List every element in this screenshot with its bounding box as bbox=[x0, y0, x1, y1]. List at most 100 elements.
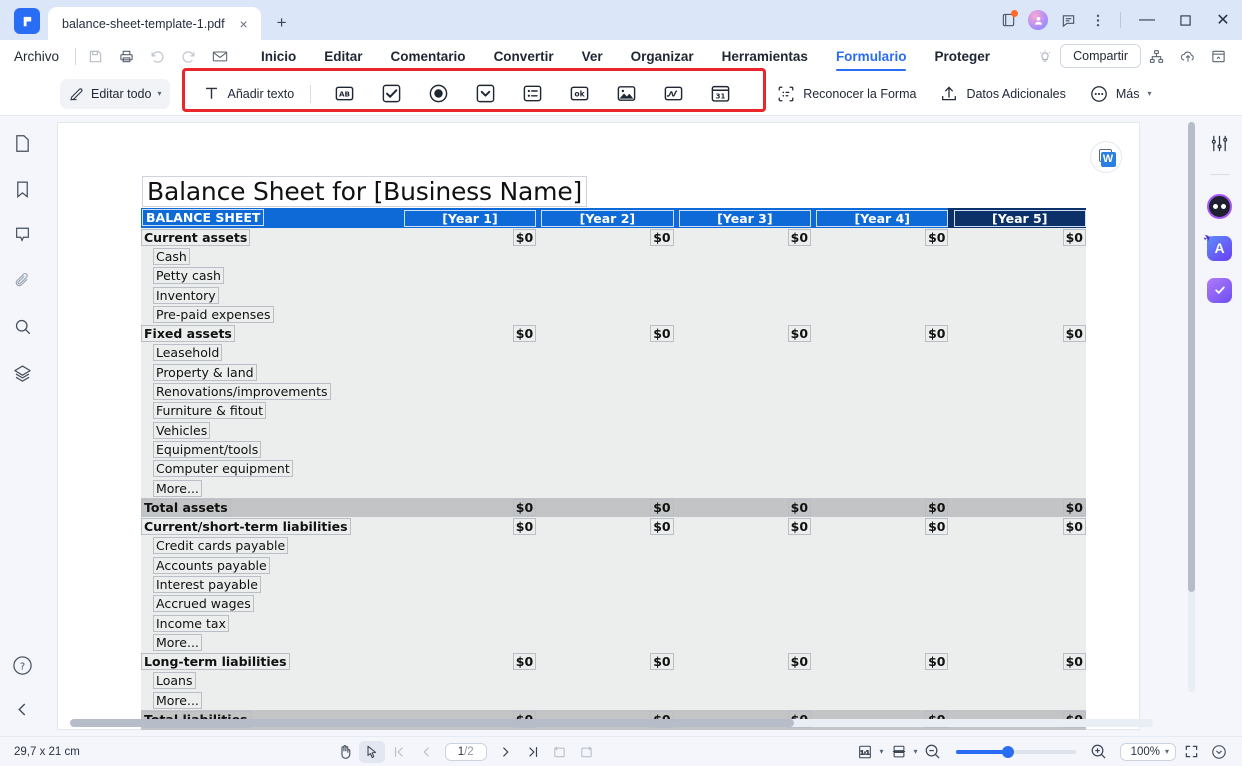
row-label-field[interactable]: More... bbox=[153, 691, 202, 709]
row-value-field[interactable]: $0 bbox=[787, 228, 812, 246]
rotate-right-icon[interactable] bbox=[574, 741, 600, 763]
row-label-field[interactable]: Credit cards payable bbox=[153, 537, 289, 555]
zoom-slider[interactable] bbox=[955, 745, 1076, 758]
row-label-field[interactable]: Pre-paid expenses bbox=[153, 305, 274, 323]
page-thumbnails-icon[interactable] bbox=[10, 130, 36, 156]
date-field-icon[interactable]: 31 bbox=[704, 79, 737, 109]
row-value-field[interactable]: $0 bbox=[650, 653, 674, 671]
menu-proteger[interactable]: Proteger bbox=[920, 40, 1004, 72]
close-tab-icon[interactable]: × bbox=[235, 15, 253, 33]
vertical-scrollbar[interactable] bbox=[1188, 122, 1195, 692]
ai-assistant-icon[interactable] bbox=[1207, 193, 1233, 219]
maximize-button[interactable] bbox=[1166, 7, 1204, 33]
more-options-icon[interactable] bbox=[1083, 7, 1113, 33]
menu-inicio[interactable]: Inicio bbox=[247, 40, 310, 72]
year-label-4[interactable]: [Year 4] bbox=[816, 209, 949, 227]
cloud-upload-icon[interactable] bbox=[1172, 43, 1203, 69]
avatar[interactable] bbox=[1023, 7, 1053, 33]
recognize-form-button[interactable]: Reconocer la Forma bbox=[767, 79, 926, 109]
chevron-down-icon[interactable]: ▾ bbox=[914, 747, 918, 756]
row-value-field[interactable]: $0 bbox=[787, 653, 812, 671]
help-icon[interactable]: ? bbox=[10, 652, 36, 678]
year-label-1[interactable]: [Year 1] bbox=[403, 209, 537, 227]
row-label-field[interactable]: Renovations/improvements bbox=[153, 383, 331, 401]
additional-data-button[interactable]: Datos Adicionales bbox=[930, 79, 1075, 109]
menu-formulario[interactable]: Formulario bbox=[822, 40, 921, 72]
pushbutton-field-icon[interactable]: ok bbox=[563, 79, 596, 109]
undo-icon[interactable] bbox=[142, 43, 173, 69]
balance-sheet-label[interactable]: BALANCE SHEET bbox=[142, 209, 265, 226]
row-value-field[interactable]: $0 bbox=[512, 498, 537, 516]
row-label-field[interactable]: Property & land bbox=[153, 363, 257, 381]
pdf-page[interactable]: W Balance Sheet for [Business Name] BALA… bbox=[57, 122, 1153, 730]
zoom-slider-handle[interactable] bbox=[1001, 745, 1014, 758]
row-value-field[interactable]: $0 bbox=[787, 498, 812, 516]
row-label-field[interactable]: Income tax bbox=[153, 614, 229, 632]
collapse-panel-icon[interactable] bbox=[1203, 43, 1234, 69]
notifications-icon[interactable] bbox=[993, 7, 1023, 33]
attachment-icon[interactable] bbox=[10, 268, 36, 294]
menu-organizar[interactable]: Organizar bbox=[617, 40, 708, 72]
document-tab[interactable]: balance-sheet-template-1.pdf × bbox=[48, 7, 261, 40]
document-title-field[interactable]: Balance Sheet for [Business Name] bbox=[142, 176, 588, 207]
row-label-field[interactable]: Fixed assets bbox=[141, 325, 235, 343]
row-label-field[interactable]: More... bbox=[153, 479, 202, 497]
menu-comentario[interactable]: Comentario bbox=[377, 40, 480, 72]
row-value-field[interactable]: $0 bbox=[650, 228, 674, 246]
add-text-button[interactable]: Añadir texto bbox=[195, 79, 302, 109]
page-layout-icon[interactable] bbox=[886, 741, 912, 763]
row-value-field[interactable]: $0 bbox=[650, 325, 674, 343]
feedback-icon[interactable] bbox=[1053, 7, 1083, 33]
row-label-field[interactable]: More... bbox=[153, 633, 202, 651]
row-value-field[interactable]: $0 bbox=[1062, 325, 1086, 343]
row-value-field[interactable]: $0 bbox=[787, 325, 812, 343]
row-label-field[interactable]: Furniture & fitout bbox=[153, 402, 267, 420]
page-number-input[interactable]: 1/2 bbox=[444, 742, 487, 761]
row-value-field[interactable]: $0 bbox=[512, 325, 537, 343]
properties-sliders-icon[interactable] bbox=[1207, 130, 1233, 156]
row-value-field[interactable]: $0 bbox=[1062, 653, 1086, 671]
layers-icon[interactable] bbox=[10, 360, 36, 386]
minimize-button[interactable]: — bbox=[1128, 7, 1166, 33]
row-value-field[interactable]: $0 bbox=[925, 498, 949, 516]
listbox-field-icon[interactable] bbox=[516, 79, 549, 109]
tips-bulb-icon[interactable] bbox=[1029, 43, 1060, 69]
row-value-field[interactable]: $0 bbox=[512, 228, 537, 246]
row-value-field[interactable]: $0 bbox=[925, 653, 949, 671]
row-value-field[interactable]: $0 bbox=[925, 325, 949, 343]
row-label-field[interactable]: Accounts payable bbox=[153, 556, 270, 574]
print-icon[interactable] bbox=[111, 43, 142, 69]
row-label-field[interactable]: Equipment/tools bbox=[153, 440, 262, 458]
last-page-icon[interactable] bbox=[520, 741, 546, 763]
row-label-field[interactable]: Cash bbox=[153, 247, 190, 265]
row-label-field[interactable]: Accrued wages bbox=[153, 595, 254, 613]
row-label-field[interactable]: Loans bbox=[153, 672, 196, 690]
document-canvas[interactable]: W Balance Sheet for [Business Name] BALA… bbox=[45, 116, 1197, 736]
row-label-field[interactable]: Computer equipment bbox=[153, 460, 293, 478]
row-label-field[interactable]: Interest payable bbox=[153, 575, 261, 593]
row-label-field[interactable]: Leasehold bbox=[153, 344, 223, 362]
year-label-2[interactable]: [Year 2] bbox=[541, 209, 674, 227]
row-value-field[interactable]: $0 bbox=[650, 518, 674, 536]
zoom-level-select[interactable]: 100% ▾ bbox=[1119, 742, 1176, 761]
row-value-field[interactable]: $0 bbox=[512, 518, 537, 536]
translate-icon[interactable]: A bbox=[1207, 235, 1233, 261]
row-value-field[interactable]: $0 bbox=[1062, 518, 1086, 536]
row-value-field[interactable]: $0 bbox=[1062, 228, 1086, 246]
fullscreen-icon[interactable] bbox=[1178, 741, 1204, 763]
edit-all-button[interactable]: Editar todo ▾ bbox=[60, 78, 171, 109]
row-value-field[interactable]: $0 bbox=[925, 228, 949, 246]
year-label-5[interactable]: [Year 5] bbox=[953, 209, 1086, 227]
row-value-field[interactable]: $0 bbox=[1062, 498, 1086, 516]
menu-ver[interactable]: Ver bbox=[568, 40, 617, 72]
row-label-field[interactable]: Current/short-term liabilities bbox=[141, 518, 351, 536]
convert-to-word-icon[interactable]: W bbox=[1090, 141, 1122, 173]
menu-archivo[interactable]: Archivo bbox=[0, 49, 71, 64]
menu-convertir[interactable]: Convertir bbox=[480, 40, 568, 72]
bookmark-icon[interactable] bbox=[10, 176, 36, 202]
signature-field-icon[interactable] bbox=[657, 79, 690, 109]
image-field-icon[interactable] bbox=[610, 79, 643, 109]
row-value-field[interactable]: $0 bbox=[512, 653, 537, 671]
menu-editar[interactable]: Editar bbox=[310, 40, 376, 72]
next-page-icon[interactable] bbox=[493, 741, 519, 763]
